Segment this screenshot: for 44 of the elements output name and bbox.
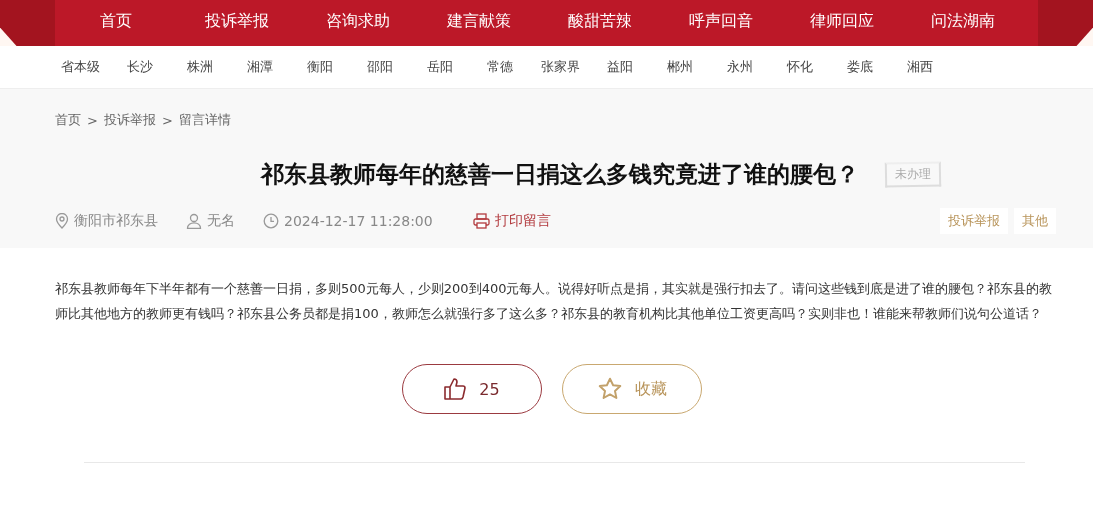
- user-icon: [186, 213, 202, 229]
- nav-corner-decoration: [1038, 0, 1093, 46]
- message-text: 祁东县教师每年下半年都有一个慈善一日捐，多则500元每人，少则200到400元每人。说得好听点是捐，其实就是强行扣去了。请问这些钱到底是进了谁的腰包？祁东县的教师比其他地方的教师更有钱吗？祁东县公务员都是捐100，教师怎么就强行多了这么多？祁东县的教育机构比其他单位工资更高吗？实则非也！谁能来帮教师们说句公道话？: [55, 280, 1053, 323]
- region-link[interactable]: 岳阳: [410, 58, 470, 76]
- nav-link[interactable]: 呼声回音: [660, 0, 781, 46]
- region-link[interactable]: 长沙: [110, 58, 170, 76]
- clock-icon: [263, 213, 279, 229]
- region-link[interactable]: 郴州: [650, 58, 710, 76]
- region-link[interactable]: 永州: [710, 58, 770, 76]
- print-link[interactable]: 打印留言: [494, 212, 551, 230]
- printer-icon: [472, 213, 490, 229]
- breadcrumb-link[interactable]: 投诉举报: [103, 111, 156, 129]
- breadcrumb-separator: >: [87, 112, 98, 128]
- location-pin-icon: [55, 213, 69, 229]
- nav-link[interactable]: 建言献策: [418, 0, 539, 46]
- page-title: 祁东县教师每年的慈善一日捐这么多钱究竟进了谁的腰包？: [260, 160, 859, 189]
- star-icon: [596, 376, 623, 402]
- region-link[interactable]: 株洲: [170, 58, 230, 76]
- thumbs-up-icon: [443, 377, 468, 401]
- breadcrumb-current: 留言详情: [178, 111, 231, 129]
- post-time: 2024-12-17 11:28:00: [284, 213, 433, 229]
- author-name: 无名: [207, 212, 235, 230]
- like-button[interactable]: 25: [401, 364, 542, 414]
- region-link[interactable]: 邵阳: [350, 58, 410, 76]
- region-link[interactable]: 衡阳: [290, 58, 350, 76]
- region-link[interactable]: 张家界: [530, 58, 590, 76]
- region-link[interactable]: 娄底: [830, 58, 890, 76]
- nav-link[interactable]: 投诉举报: [176, 0, 297, 46]
- region-link[interactable]: 湘潭: [230, 58, 290, 76]
- region-link[interactable]: 怀化: [770, 58, 830, 76]
- nav-corner-decoration: [0, 0, 55, 46]
- nav-link[interactable]: 首页: [55, 0, 176, 46]
- status-stamp: 未办理: [884, 161, 941, 188]
- nav-link[interactable]: 酸甜苦辣: [539, 0, 660, 46]
- region-link[interactable]: 常德: [470, 58, 530, 76]
- breadcrumb-separator: >: [161, 112, 173, 128]
- location-text: 衡阳市祁东县: [74, 212, 158, 230]
- breadcrumb-link[interactable]: 首页: [55, 111, 81, 129]
- region-link[interactable]: 益阳: [590, 58, 650, 76]
- nav-link[interactable]: 问法湖南: [902, 0, 1023, 46]
- region-link[interactable]: 湘西: [890, 58, 950, 76]
- region-link[interactable]: 省本级: [50, 58, 110, 76]
- nav-link[interactable]: 咨询求助: [297, 0, 418, 46]
- nav-link[interactable]: 律师回应: [781, 0, 902, 46]
